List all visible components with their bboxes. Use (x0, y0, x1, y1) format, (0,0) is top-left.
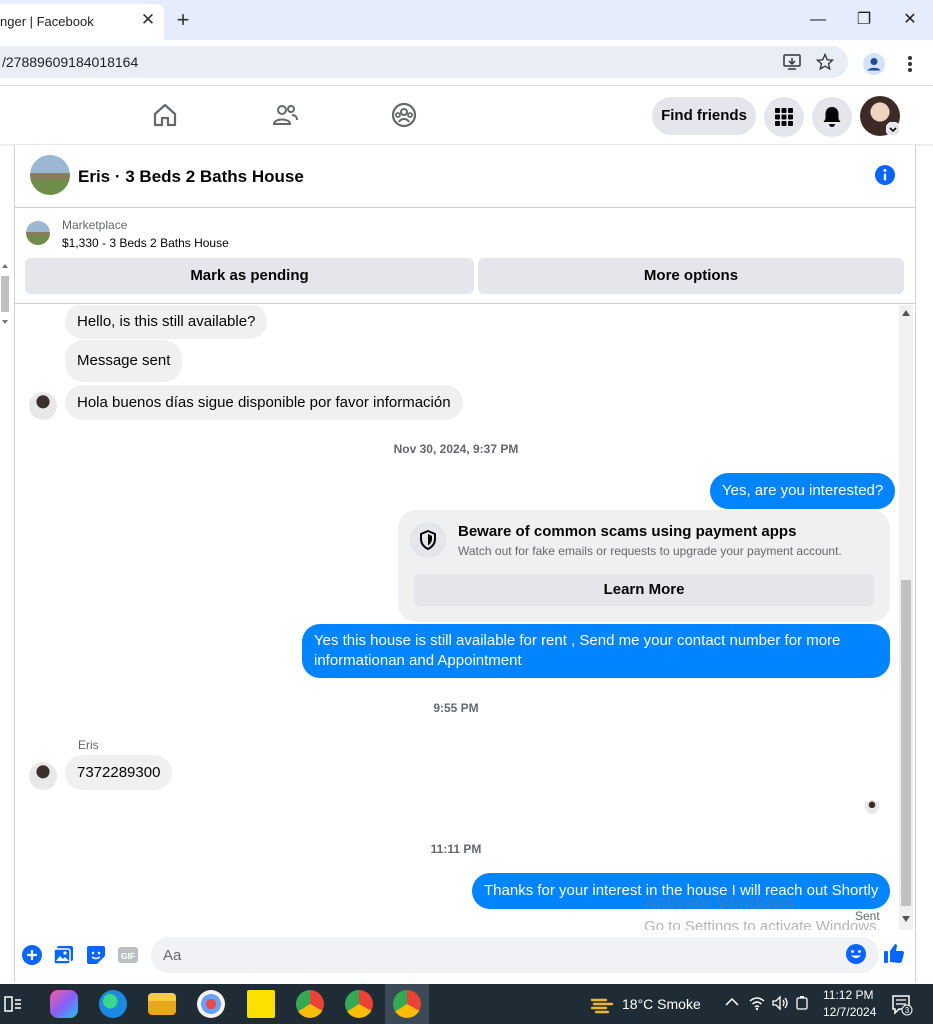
like-icon[interactable] (883, 942, 905, 964)
copilot-icon[interactable] (50, 990, 78, 1018)
message-bubble[interactable]: 7372289300 (65, 755, 173, 790)
seen-receipt-avatar (865, 800, 879, 814)
info-icon[interactable] (875, 165, 895, 185)
browser-tab[interactable]: nger | Facebook ✕ (0, 4, 164, 40)
sent-status: Sent (855, 909, 880, 923)
sender-avatar[interactable] (29, 762, 57, 790)
marketplace-listing-bar: Marketplace $1,330 - 3 Beds 2 Baths Hous… (14, 208, 916, 304)
sender-name: Eris (78, 738, 99, 752)
sticky-notes-icon[interactable] (247, 990, 275, 1018)
gif-icon[interactable]: GIF (117, 944, 139, 966)
scroll-up-arrow-icon[interactable] (902, 310, 910, 316)
home-icon[interactable] (151, 101, 179, 129)
activate-windows-watermark: Activate Windows (644, 893, 794, 914)
message-timestamp: 9:55 PM (433, 701, 479, 715)
tab-title: nger | Facebook (0, 14, 94, 29)
menu-grid-button[interactable] (764, 97, 804, 137)
message-input[interactable] (151, 937, 879, 973)
message-timestamp: 11:11 PM (430, 842, 482, 856)
url-text[interactable]: /27889609184018164 (2, 54, 138, 70)
clock-date[interactable]: 12/7/2024 (823, 1005, 876, 1019)
scroll-down-arrow-icon[interactable] (902, 916, 910, 922)
wifi-icon[interactable] (749, 995, 765, 1011)
window-close-icon[interactable]: ✕ (895, 8, 925, 32)
message-bubble-sent[interactable]: Yes, are you interested? (710, 473, 896, 509)
chrome-profile-icon[interactable] (345, 990, 373, 1018)
marketplace-label: Marketplace (62, 218, 128, 232)
conversation-title[interactable]: Eris · 3 Beds 2 Baths House (78, 167, 304, 187)
message-list: Hello, is this still available? Message … (14, 305, 916, 930)
listing-summary[interactable]: $1,330 - 3 Beds 2 Baths House (62, 236, 229, 250)
install-app-icon[interactable] (783, 53, 801, 71)
scam-warning-card: Beware of common scams using payment app… (398, 510, 890, 622)
scam-shield-badge (410, 522, 446, 558)
learn-more-button[interactable]: Learn More (414, 574, 874, 606)
sticker-icon[interactable] (85, 944, 107, 966)
bookmark-star-icon[interactable] (816, 53, 834, 71)
weather-text: 18°C Smoke (622, 996, 701, 1012)
address-bar[interactable]: /27889609184018164 (0, 46, 848, 78)
more-options-button[interactable]: More options (478, 258, 904, 294)
page-scrollbar[interactable] (0, 262, 10, 332)
weather-smoke-icon (590, 998, 614, 1014)
conversation-header: Eris · 3 Beds 2 Baths House (14, 145, 916, 208)
add-icon[interactable] (21, 944, 43, 966)
menu-grid-icon (775, 108, 793, 126)
browser-tab-strip: nger | Facebook ✕ + — ❐ ✕ (0, 0, 933, 40)
browser-menu-icon[interactable] (906, 54, 914, 74)
tray-chevron-up-icon[interactable] (725, 997, 739, 1007)
minimize-icon[interactable]: — (803, 8, 833, 32)
notifications-button[interactable] (812, 97, 852, 137)
volume-icon[interactable] (772, 995, 788, 1011)
notification-center-icon[interactable]: 3 (891, 994, 913, 1016)
conversation-avatar[interactable] (30, 155, 70, 195)
gif-label: GIF (121, 951, 135, 961)
windows-taskbar: 18°C Smoke 11:12 PM 12/7/2024 3 (0, 984, 933, 1024)
edge-icon[interactable] (99, 990, 127, 1018)
battery-icon[interactable] (796, 995, 810, 1011)
task-view-icon[interactable] (4, 995, 22, 1013)
find-friends-button[interactable]: Find friends (652, 97, 756, 135)
restore-icon[interactable]: ❐ (849, 8, 879, 32)
message-composer: GIF (14, 930, 916, 982)
shield-icon (420, 530, 436, 550)
new-tab-icon[interactable]: + (172, 9, 194, 32)
emoji-icon[interactable] (845, 943, 867, 965)
scam-warning-title: Beware of common scams using payment app… (458, 523, 797, 540)
notifications-bell-icon (823, 107, 841, 127)
message-timestamp: Nov 30, 2024, 9:37 PM (393, 442, 519, 456)
photo-icon[interactable] (53, 944, 75, 966)
scam-warning-text: Watch out for fake emails or requests to… (458, 544, 842, 558)
file-explorer-icon[interactable] (148, 993, 176, 1015)
groups-icon[interactable] (390, 101, 418, 129)
mark-as-pending-button[interactable]: Mark as pending (25, 258, 474, 294)
profile-icon[interactable] (863, 53, 885, 75)
paint-icon[interactable] (197, 990, 225, 1018)
sender-avatar[interactable] (29, 392, 57, 420)
message-bubble[interactable]: Message sent (65, 340, 183, 382)
account-chevron-down-icon[interactable] (886, 122, 900, 136)
address-bar-row: /27889609184018164 (0, 40, 933, 86)
clock-time[interactable]: 11:12 PM (823, 988, 873, 1002)
message-scroll-thumb[interactable] (901, 580, 911, 906)
profile-avatar[interactable] (860, 96, 900, 136)
facebook-top-nav: Find friends (0, 87, 933, 144)
friends-icon[interactable] (271, 101, 299, 129)
chrome-icon[interactable] (296, 990, 324, 1018)
message-bubble[interactable]: Hola buenos días sigue disponible por fa… (65, 385, 463, 420)
chrome-active-icon[interactable] (393, 990, 421, 1018)
tab-close-icon[interactable]: ✕ (138, 10, 158, 30)
message-bubble[interactable]: Hello, is this still available? (65, 305, 268, 339)
notification-count: 3 (905, 1006, 910, 1015)
message-bubble-sent[interactable]: Yes this house is still available for re… (302, 624, 890, 678)
listing-thumbnail[interactable] (26, 221, 50, 245)
